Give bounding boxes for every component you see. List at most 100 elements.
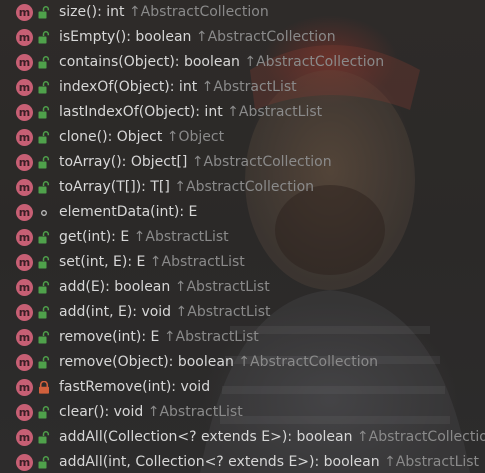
member-row-3[interactable]: m indexOf(Object): int ↑AbstractList <box>0 75 485 100</box>
member-row-17[interactable]: m addAll(Collection<? extends E>): boole… <box>0 425 485 450</box>
member-row-1[interactable]: m isEmpty(): boolean ↑AbstractCollection <box>0 25 485 50</box>
unlocked-icon <box>38 231 50 244</box>
member-row-7[interactable]: m toArray(T[]): T[] ↑AbstractCollection <box>0 175 485 200</box>
member-signature: remove(Object): boolean ↑AbstractCollect… <box>59 350 378 375</box>
member-name: add(int, E): void <box>59 304 172 320</box>
member-row-18[interactable]: m addAll(int, Collection<? extends E>): … <box>0 450 485 473</box>
member-signature: size(): int ↑AbstractCollection <box>59 0 269 25</box>
member-row-13[interactable]: m remove(int): E ↑AbstractList <box>0 325 485 350</box>
member-name: addAll(Collection<? extends E>): boolean <box>59 429 353 445</box>
package-dot-icon <box>41 210 47 216</box>
member-row-16[interactable]: m clear(): void ↑AbstractList <box>0 400 485 425</box>
method-icon: m <box>16 304 33 321</box>
method-icon: m <box>16 179 33 196</box>
member-signature: toArray(): Object[] ↑AbstractCollection <box>59 150 332 175</box>
unlocked-icon <box>38 256 50 269</box>
member-name: isEmpty(): boolean <box>59 29 192 45</box>
unlocked-icon <box>38 456 50 469</box>
member-origin: ↑AbstractList <box>149 254 245 270</box>
method-icon: m <box>16 204 33 221</box>
structure-panel: m size(): int ↑AbstractCollection m isEm… <box>0 0 485 473</box>
method-icon: m <box>16 4 33 21</box>
member-row-10[interactable]: m set(int, E): E ↑AbstractList <box>0 250 485 275</box>
unlocked-icon <box>38 31 50 44</box>
member-origin: ↑AbstractList <box>384 454 480 470</box>
member-origin: ↑AbstractCollection <box>191 154 332 170</box>
member-name: set(int, E): E <box>59 254 146 270</box>
method-icon: m <box>16 229 33 246</box>
member-row-12[interactable]: m add(int, E): void ↑AbstractList <box>0 300 485 325</box>
member-signature: addAll(int, Collection<? extends E>): bo… <box>59 450 479 473</box>
member-name: fastRemove(int): void <box>59 379 211 395</box>
method-icon: m <box>16 429 33 446</box>
member-origin: ↑AbstractCollection <box>356 429 485 445</box>
method-icon: m <box>16 354 33 371</box>
member-signature: contains(Object): boolean ↑AbstractColle… <box>59 50 384 75</box>
member-signature: add(E): boolean ↑AbstractList <box>59 275 270 300</box>
method-icon: m <box>16 454 33 471</box>
member-origin: ↑Object <box>166 129 225 145</box>
member-name: toArray(T[]): T[] <box>59 179 170 195</box>
unlocked-icon <box>38 56 50 69</box>
member-name: indexOf(Object): int <box>59 79 198 95</box>
method-icon: m <box>16 54 33 71</box>
member-origin: ↑AbstractCollection <box>238 354 379 370</box>
member-row-2[interactable]: m contains(Object): boolean ↑AbstractCol… <box>0 50 485 75</box>
member-row-6[interactable]: m toArray(): Object[] ↑AbstractCollectio… <box>0 150 485 175</box>
member-list: m size(): int ↑AbstractCollection m isEm… <box>0 0 485 473</box>
method-icon: m <box>16 154 33 171</box>
member-row-11[interactable]: m add(E): boolean ↑AbstractList <box>0 275 485 300</box>
member-signature: addAll(Collection<? extends E>): boolean… <box>59 425 485 450</box>
member-origin: ↑AbstractList <box>163 329 259 345</box>
member-origin: ↑AbstractList <box>175 304 271 320</box>
member-origin: ↑AbstractList <box>174 279 270 295</box>
member-origin: ↑AbstractCollection <box>244 54 385 70</box>
member-row-8[interactable]: m elementData(int): E <box>0 200 485 225</box>
member-name: clone(): Object <box>59 129 163 145</box>
member-origin: ↑AbstractList <box>201 79 297 95</box>
unlocked-icon <box>38 431 50 444</box>
member-origin: ↑AbstractList <box>227 104 323 120</box>
unlocked-icon <box>38 6 50 19</box>
member-name: add(E): boolean <box>59 279 171 295</box>
unlocked-icon <box>38 281 50 294</box>
member-signature: indexOf(Object): int ↑AbstractList <box>59 75 297 100</box>
unlocked-icon <box>38 156 50 169</box>
member-origin: ↑AbstractList <box>133 229 229 245</box>
member-signature: fastRemove(int): void <box>59 375 210 400</box>
unlocked-icon <box>38 131 50 144</box>
unlocked-icon <box>38 181 50 194</box>
unlocked-icon <box>38 331 50 344</box>
method-icon: m <box>16 104 33 121</box>
method-icon: m <box>16 379 33 396</box>
member-row-14[interactable]: m remove(Object): boolean ↑AbstractColle… <box>0 350 485 375</box>
member-signature: lastIndexOf(Object): int ↑AbstractList <box>59 100 322 125</box>
member-name: clear(): void <box>59 404 144 420</box>
member-name: remove(int): E <box>59 329 160 345</box>
member-name: addAll(int, Collection<? extends E>): bo… <box>59 454 380 470</box>
member-name: elementData(int): E <box>59 204 198 220</box>
member-signature: isEmpty(): boolean ↑AbstractCollection <box>59 25 336 50</box>
unlocked-icon <box>38 406 50 419</box>
member-signature: clear(): void ↑AbstractList <box>59 400 243 425</box>
method-icon: m <box>16 79 33 96</box>
member-origin: ↑AbstractCollection <box>174 179 315 195</box>
member-origin: ↑AbstractCollection <box>195 29 336 45</box>
member-name: remove(Object): boolean <box>59 354 234 370</box>
unlocked-icon <box>38 106 50 119</box>
member-row-15[interactable]: m fastRemove(int): void <box>0 375 485 400</box>
method-icon: m <box>16 404 33 421</box>
member-name: toArray(): Object[] <box>59 154 188 170</box>
member-signature: clone(): Object ↑Object <box>59 125 224 150</box>
member-name: contains(Object): boolean <box>59 54 240 70</box>
member-signature: toArray(T[]): T[] ↑AbstractCollection <box>59 175 314 200</box>
member-signature: set(int, E): E ↑AbstractList <box>59 250 245 275</box>
member-name: lastIndexOf(Object): int <box>59 104 223 120</box>
member-row-0[interactable]: m size(): int ↑AbstractCollection <box>0 0 485 25</box>
locked-icon <box>39 381 49 394</box>
method-icon: m <box>16 279 33 296</box>
member-row-9[interactable]: m get(int): E ↑AbstractList <box>0 225 485 250</box>
member-name: size(): int <box>59 4 125 20</box>
member-row-5[interactable]: m clone(): Object ↑Object <box>0 125 485 150</box>
member-row-4[interactable]: m lastIndexOf(Object): int ↑AbstractList <box>0 100 485 125</box>
